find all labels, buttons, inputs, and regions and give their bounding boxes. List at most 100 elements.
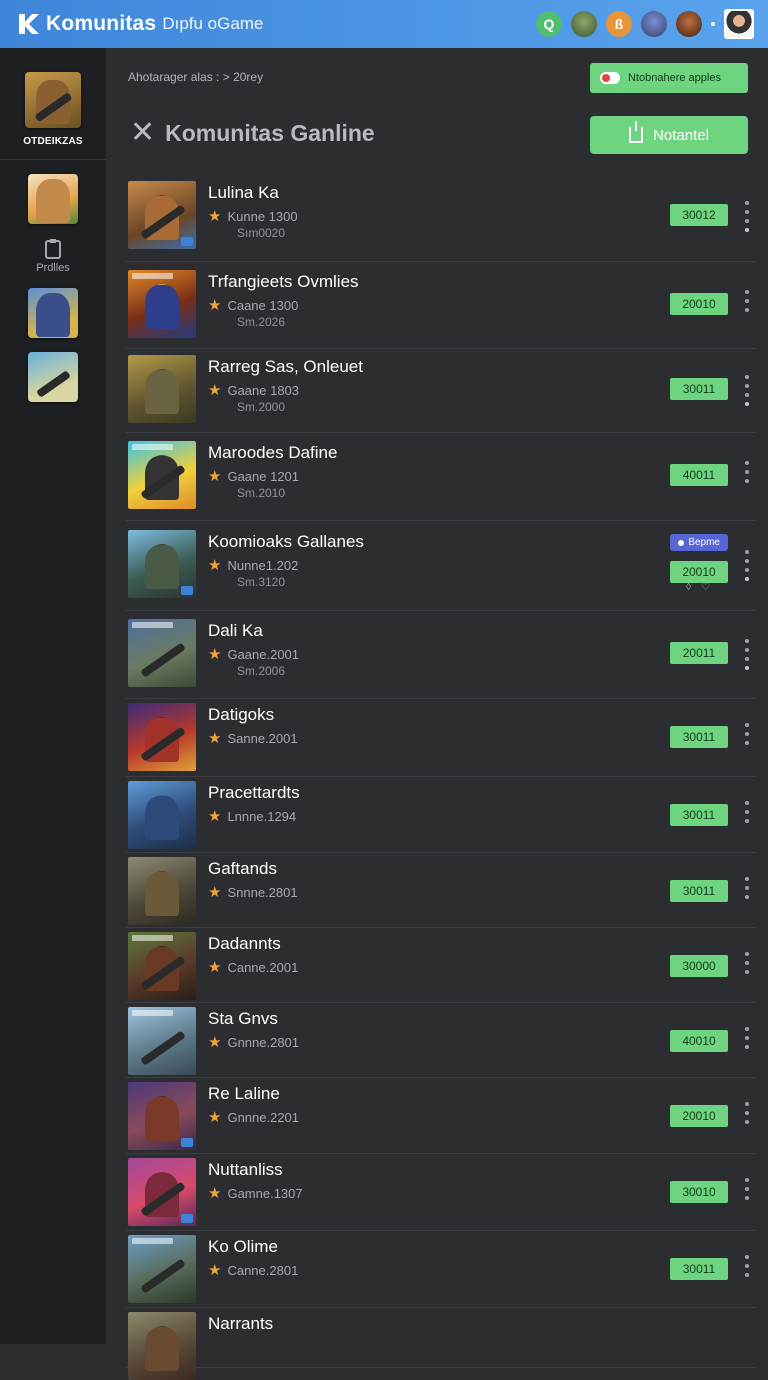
sidebar-item-profiles[interactable]: Prdlles [36, 238, 70, 274]
game-list-item[interactable]: Narrants [126, 1308, 756, 1380]
game-name[interactable]: Maroodes Dafine [208, 443, 337, 463]
game-thumbnail[interactable] [128, 703, 196, 771]
game-name[interactable]: Dadannts [208, 934, 298, 954]
game-thumbnail[interactable] [128, 781, 196, 849]
sidebar-community-icon[interactable] [25, 72, 81, 128]
star-icon: ★ [208, 1109, 222, 1126]
toggle-icon [600, 72, 620, 84]
more-options-icon[interactable] [744, 1255, 750, 1277]
game-list-item[interactable]: Datigoks ★ Sanne.2001 30011 [126, 699, 756, 777]
count-badge: 30000 [670, 955, 728, 977]
game-name[interactable]: Koomioaks Gallanes [208, 532, 364, 552]
game-name[interactable]: Dali Ka [208, 621, 299, 641]
game-meta: ★ Snnne.2801 [208, 885, 298, 900]
game-sub-text: Sm.2000 [237, 400, 286, 414]
brand-subtitle: Dıpfu oGame [162, 14, 264, 33]
soldier-avatar-icon[interactable] [571, 11, 597, 37]
game-name[interactable]: Datigoks [208, 705, 298, 725]
game-thumbnail[interactable] [128, 1158, 196, 1226]
game-info: Rarreg Sas, Onleuet ★ Gaane 1803 Sm.2000 [208, 357, 363, 414]
game-list-item[interactable]: Lulina Ka ★ Kunne 1300 Sım0020 30012 [126, 172, 756, 262]
sidebar: OTDEIKZAS Prdlles [0, 48, 106, 1344]
game-thumbnail[interactable] [128, 355, 196, 423]
sidebar-game-tile[interactable] [28, 352, 78, 402]
brand-name[interactable]: Komunitas [46, 12, 156, 36]
game-meta-text: Sanne.2001 [227, 731, 298, 746]
game-list-item[interactable]: Re Laline ★ Gnnne.2201 20010 [126, 1078, 756, 1154]
main-content: Ahotarager alas : > 20rey Ntobnahere app… [106, 48, 768, 1380]
more-options-icon[interactable] [744, 201, 750, 232]
game-thumbnail[interactable] [128, 1235, 196, 1303]
sidebar-game-tile[interactable] [28, 174, 78, 224]
game-thumbnail[interactable] [128, 932, 196, 1000]
game-name[interactable]: Trfangieets Ovmlies [208, 272, 359, 292]
count-badge: 30010 [670, 1181, 728, 1203]
top-bar: Komunitas Dıpfu oGame Q ß [0, 0, 768, 48]
user-avatar[interactable] [724, 9, 754, 39]
player-avatar-icon[interactable] [676, 11, 702, 37]
breadcrumb[interactable]: Ahotarager alas : > 20rey [128, 70, 263, 84]
star-icon: ★ [208, 297, 222, 314]
star-icon: ★ [208, 808, 222, 825]
game-meta-text: Caane 1300 [227, 298, 299, 313]
game-meta: ★ Gnnne.2201 [208, 1110, 299, 1125]
more-options-icon[interactable] [744, 801, 750, 823]
separator-dot [711, 22, 715, 26]
close-icon[interactable]: ✕ [130, 118, 155, 148]
game-list-item[interactable]: Dali Ka ★ Gaane.2001 Sm.2006 20011 [126, 611, 756, 699]
game-name[interactable]: Pracettardts [208, 783, 300, 803]
game-thumbnail[interactable] [128, 1312, 196, 1380]
more-options-icon[interactable] [744, 952, 750, 974]
more-options-icon[interactable] [744, 550, 750, 581]
notification-icon[interactable]: ß [606, 11, 632, 37]
game-name[interactable]: Re Laline [208, 1084, 299, 1104]
game-list-item[interactable]: Dadannts ★ Canne.2001 30000 [126, 928, 756, 1003]
game-list-item[interactable]: Koomioaks Gallanes ★ Nunne1.202 Sm.3120 2001… [126, 521, 756, 611]
count-badge: 20010 [670, 561, 728, 583]
more-options-icon[interactable] [744, 1102, 750, 1124]
primary-action-button[interactable]: Notantel [590, 116, 748, 154]
game-list-item[interactable]: Pracettardts ★ Lnnne.1294 30011 [126, 777, 756, 853]
clipboard-icon [45, 239, 61, 259]
game-thumbnail[interactable] [128, 181, 196, 249]
game-name[interactable]: Lulina Ka [208, 183, 298, 203]
komunitas-logo-icon[interactable] [16, 11, 42, 37]
more-options-icon[interactable] [744, 1178, 750, 1200]
game-thumbnail[interactable] [128, 530, 196, 598]
game-name[interactable]: Rarreg Sas, Onleuet [208, 357, 363, 377]
game-list-item[interactable]: Maroodes Dafine ★ Gaane 1201 Sm.2010 40011 [126, 433, 756, 521]
reaction-icons[interactable]: ◊♡ [686, 582, 720, 593]
game-name[interactable]: Narrants [208, 1314, 273, 1334]
more-options-icon[interactable] [744, 461, 750, 483]
game-list-item[interactable]: Trfangieets Ovmlies ★ Caane 1300 Sm.2026 200… [126, 262, 756, 349]
game-meta-text: Kunne 1300 [227, 209, 298, 224]
more-options-icon[interactable] [744, 375, 750, 406]
game-info: Re Laline ★ Gnnne.2201 [208, 1084, 299, 1125]
game-list-item[interactable]: Rarreg Sas, Onleuet ★ Gaane 1803 Sm.2000 300… [126, 349, 756, 433]
game-thumbnail[interactable] [128, 1082, 196, 1150]
sidebar-title: OTDEIKZAS [23, 136, 83, 147]
more-options-icon[interactable] [744, 1027, 750, 1049]
game-name[interactable]: Gaftands [208, 859, 298, 879]
game-list-item[interactable]: Ko Olime ★ Canne.2801 30011 [126, 1231, 756, 1308]
game-name[interactable]: Nuttanliss [208, 1160, 303, 1180]
more-options-icon[interactable] [744, 877, 750, 899]
game-name[interactable]: Sta Gnvs [208, 1009, 299, 1029]
game-list-item[interactable]: Sta Gnvs ★ Gnnne.2801 40010 [126, 1003, 756, 1078]
game-list-item[interactable]: Gaftands ★ Snnne.2801 30011 [126, 853, 756, 928]
search-icon[interactable]: Q [536, 11, 562, 37]
game-thumbnail[interactable] [128, 619, 196, 687]
notification-toggle-button[interactable]: Ntobnahere apples [590, 63, 748, 93]
game-thumbnail[interactable] [128, 441, 196, 509]
more-options-icon[interactable] [744, 290, 750, 312]
more-options-icon[interactable] [744, 723, 750, 745]
count-badge: 30011 [670, 378, 728, 400]
game-thumbnail[interactable] [128, 857, 196, 925]
game-list-item[interactable]: Nuttanliss ★ Gamne.1307 30010 [126, 1154, 756, 1231]
sidebar-game-tile[interactable] [28, 288, 78, 338]
more-options-icon[interactable] [744, 639, 750, 670]
game-name[interactable]: Ko Olime [208, 1237, 298, 1257]
game-thumbnail[interactable] [128, 270, 196, 338]
game-thumbnail[interactable] [128, 1007, 196, 1075]
game-avatar-icon[interactable] [641, 11, 667, 37]
